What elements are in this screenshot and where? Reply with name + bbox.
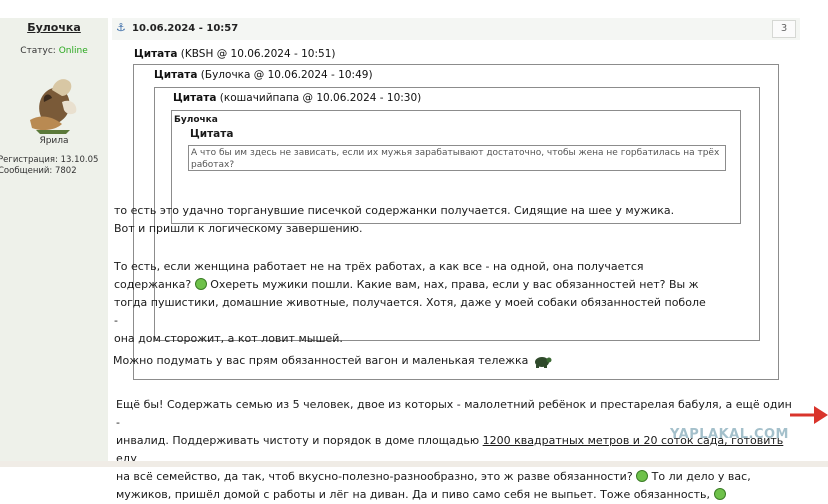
quote2-title: Цитата (Булочка @ 10.06.2024 - 10:49)	[154, 69, 373, 81]
author-meta: Регистрация: 13.10.05 Сообщений: 7802	[0, 155, 98, 177]
quote3-reply-line2: Вот и пришли к логическому завершению.	[114, 222, 363, 235]
quote1-meta: (KBSH @ 10.06.2024 - 10:51)	[180, 48, 336, 60]
main-line3b: То ли дело у вас,	[651, 470, 751, 483]
smile-icon	[194, 278, 207, 290]
quote2-reply: То есть, если женщина работает не на трё…	[114, 258, 710, 348]
quote2-reply-line2b: Охереть мужики пошли. Какие вам, нах, пр…	[210, 278, 699, 291]
quote3-reply: то есть это удачно торганувшие писечкой …	[114, 202, 686, 238]
quote1-reply-text: Можно подумать у вас прям обязанностей в…	[113, 354, 529, 367]
forum-post-page: Булочка Статус: Online Ярила Регистрация…	[0, 0, 828, 501]
main-line3a: на всё семейство, да так, чтоб вкусно-по…	[116, 470, 633, 483]
post-date: 10.06.2024 - 10:57	[132, 23, 239, 34]
main-line3: на всё семейство, да так, чтоб вкусно-по…	[116, 468, 796, 486]
anchor-icon[interactable]: ⚓	[116, 21, 126, 34]
footer-strip	[0, 461, 828, 467]
quote3-reply-line1: то есть это удачно торганувшие писечкой …	[114, 204, 675, 217]
message-count: Сообщений: 7802	[0, 166, 77, 176]
quote3-label: Цитата	[173, 92, 217, 104]
status-online: Online	[58, 46, 88, 56]
author-status: Статус: Online	[0, 46, 108, 56]
site-watermark: YAPLAKAL.COM	[670, 427, 789, 442]
quote3-meta: (кошачийпапа @ 10.06.2024 - 10:30)	[219, 92, 422, 104]
post-main-text: Ещё бы! Содержать семью из 5 человек, дв…	[116, 396, 796, 504]
smile-icon	[713, 488, 726, 500]
status-label: Статус:	[20, 46, 56, 56]
quote2-reply-line2a: содержанка?	[114, 278, 192, 291]
quote4-box: А что бы им здесь не зависать, если их м…	[188, 145, 726, 171]
author-panel: Булочка Статус: Online Ярила Регистрация…	[0, 18, 108, 463]
main-line2a: инвалид. Поддерживать чистоту и порядок …	[116, 434, 480, 447]
post-body: Цитата (KBSH @ 10.06.2024 - 10:51) Цитат…	[112, 40, 800, 501]
quote1-label: Цитата	[134, 48, 178, 60]
post-number[interactable]: 3	[772, 20, 796, 38]
turtle-icon	[534, 357, 552, 368]
quote2-reply-line2: содержанка? Охереть мужики пошли. Какие …	[114, 276, 710, 294]
quote2-reply-line3: тогда пушистики, домашние животные, полу…	[114, 296, 706, 327]
quote2-reply-line4: она дом сторожит, а кот ловит мышей.	[114, 332, 343, 345]
main-line4: мужиков, пришёл домой с работы и лёг на …	[116, 486, 796, 504]
quote4-label: Цитата	[190, 128, 234, 140]
quote1-title: Цитата (KBSH @ 10.06.2024 - 10:51)	[134, 48, 335, 60]
main-line4-text: мужиков, пришёл домой с работы и лёг на …	[116, 488, 711, 501]
smile-icon	[636, 470, 649, 482]
quote2-reply-line1: То есть, если женщина работает не на трё…	[114, 260, 644, 273]
red-arrow-icon	[790, 406, 828, 424]
quote2-label: Цитата	[154, 69, 198, 81]
author-name-link[interactable]: Булочка	[0, 21, 108, 34]
author-rank: Ярила	[39, 136, 69, 146]
post-panel: ⚓ 10.06.2024 - 10:57 3 Цитата (KBSH @ 10…	[112, 18, 800, 501]
quote3-title: Цитата (кошачийпапа @ 10.06.2024 - 10:30…	[173, 92, 421, 104]
avatar[interactable]	[22, 68, 84, 136]
registration-date: Регистрация: 13.10.05	[0, 155, 99, 165]
quote3-author: Булочка	[174, 115, 218, 125]
quote1-reply: Можно подумать у вас прям обязанностей в…	[113, 352, 753, 370]
post-header: ⚓ 10.06.2024 - 10:57 3	[112, 18, 800, 40]
quote2-meta: (Булочка @ 10.06.2024 - 10:49)	[200, 69, 373, 81]
